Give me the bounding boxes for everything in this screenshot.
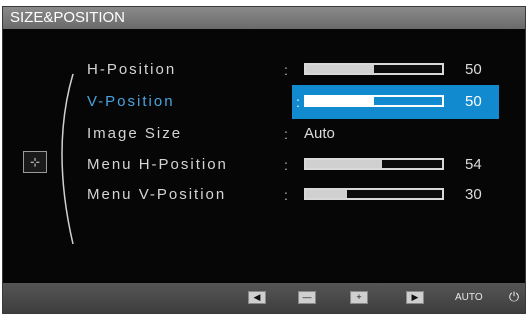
minus-icon[interactable]: — bbox=[298, 291, 316, 304]
image-size-value: Auto bbox=[304, 125, 335, 142]
menu-item-label: H-Position bbox=[87, 61, 177, 78]
menu-title: SIZE&POSITION bbox=[3, 7, 525, 29]
menu-item-label: Menu H-Position bbox=[87, 156, 228, 173]
slider-fill bbox=[306, 97, 374, 105]
enter-icon[interactable]: ▶ bbox=[406, 291, 424, 304]
v-position-value: 50 bbox=[465, 93, 482, 110]
osd-window: SIZE&POSITION ⊹ H-Position : 50 : V-Posi… bbox=[2, 6, 526, 314]
auto-button-label[interactable]: AUTO bbox=[455, 290, 483, 306]
separator-colon: : bbox=[296, 94, 300, 110]
separator-colon: : bbox=[284, 187, 288, 203]
plus-icon[interactable]: + bbox=[350, 291, 368, 304]
menu-item-label: V-Position bbox=[87, 93, 175, 110]
menu-item-label: Menu V-Position bbox=[87, 186, 227, 203]
power-icon[interactable]: ⏻ bbox=[506, 288, 522, 306]
menu-h-position-value: 54 bbox=[465, 156, 482, 173]
separator-colon: : bbox=[284, 157, 288, 173]
slider-fill bbox=[306, 65, 374, 73]
separator-colon: : bbox=[284, 126, 288, 142]
menu-h-position-slider[interactable] bbox=[304, 158, 444, 170]
menu-item-menu-v-position[interactable]: Menu V-Position : 30 bbox=[3, 181, 525, 209]
menu-v-position-slider[interactable] bbox=[304, 188, 444, 200]
h-position-value: 50 bbox=[465, 61, 482, 78]
menu-item-v-position[interactable]: : V-Position 50 bbox=[3, 85, 525, 119]
menu-item-image-size[interactable]: Image Size : Auto bbox=[3, 120, 525, 148]
slider-fill bbox=[306, 190, 347, 198]
separator-colon: : bbox=[284, 62, 288, 78]
menu-item-h-position[interactable]: H-Position : 50 bbox=[3, 56, 525, 84]
menu-v-position-value: 30 bbox=[465, 186, 482, 203]
v-position-slider[interactable] bbox=[304, 95, 444, 107]
menu-item-menu-h-position[interactable]: Menu H-Position : 54 bbox=[3, 151, 525, 179]
h-position-slider[interactable] bbox=[304, 63, 444, 75]
left-arrow-icon[interactable]: ◀ bbox=[248, 291, 266, 304]
slider-fill bbox=[306, 160, 383, 168]
menu-area: ⊹ H-Position : 50 : V-Position 50 Image … bbox=[3, 29, 525, 283]
button-guide-bar: ◀ — + ▶ AUTO ⏻ bbox=[3, 283, 525, 313]
menu-item-label: Image Size bbox=[87, 125, 183, 142]
